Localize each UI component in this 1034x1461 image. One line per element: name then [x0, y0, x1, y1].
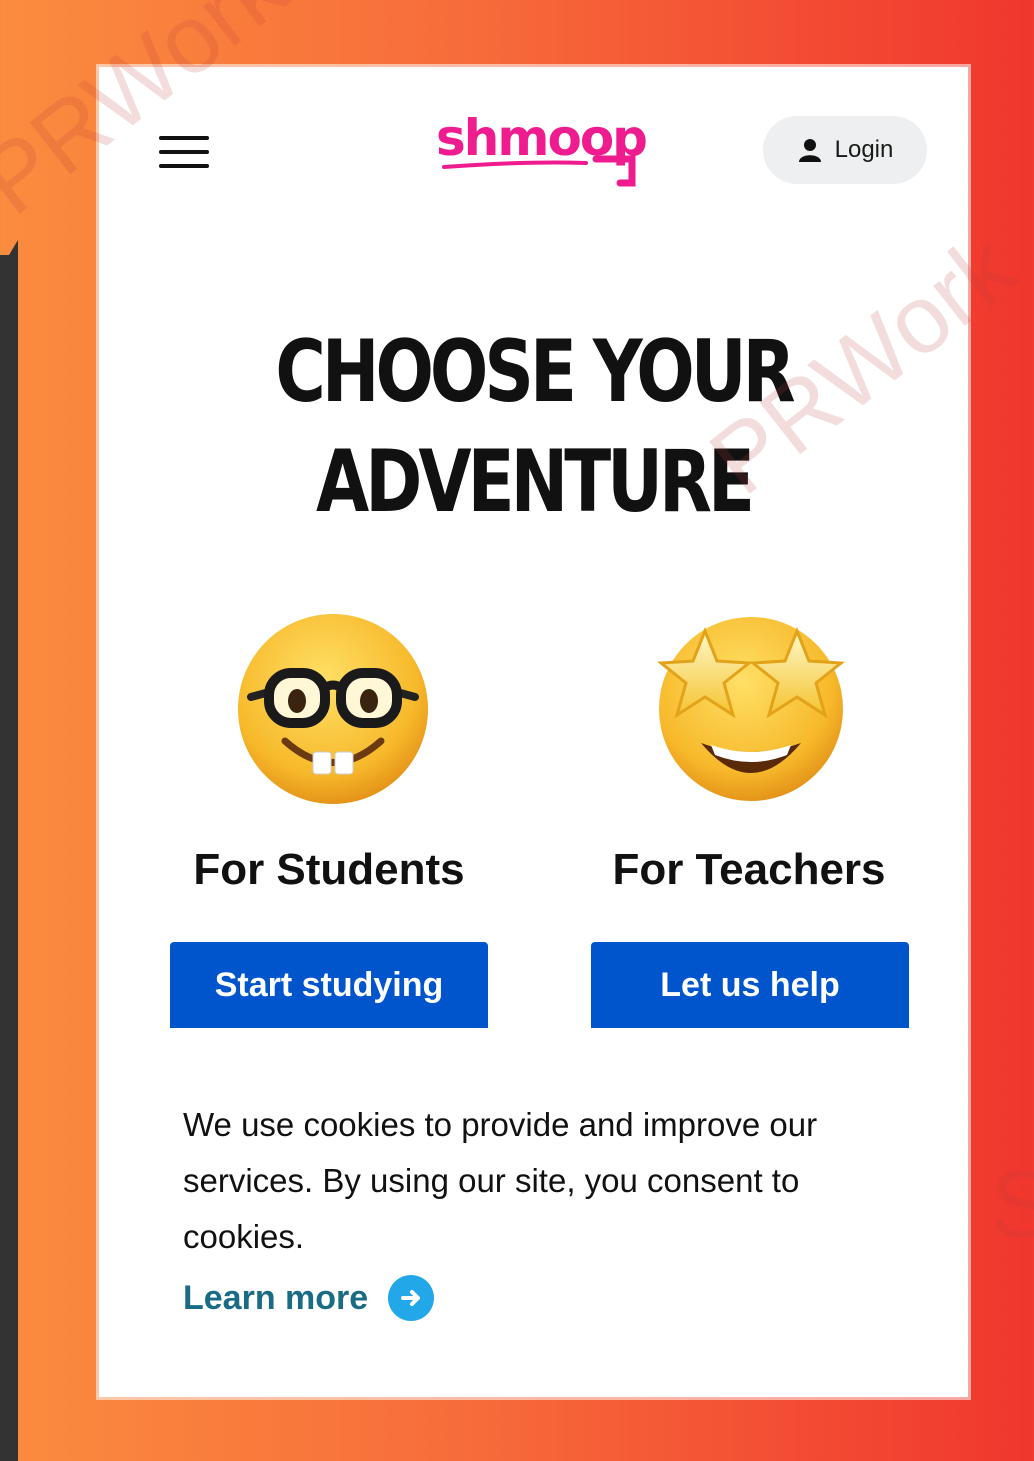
teachers-label: For Teachers	[612, 845, 886, 894]
start-studying-button[interactable]: Start studying	[170, 942, 488, 1028]
learn-more-label: Learn more	[183, 1278, 369, 1317]
watermark-text-3: S	[990, 1151, 1034, 1258]
mobile-screen: shmoop Login CHOOSE YOUR ADVENTURE For S…	[99, 67, 968, 1397]
hamburger-menu-icon[interactable]	[159, 136, 209, 168]
background-dark-slab	[0, 255, 18, 1461]
shmoop-logo[interactable]: shmoop	[436, 97, 646, 189]
star-struck-icon	[657, 617, 845, 801]
nerd-face-icon	[238, 614, 428, 804]
let-us-help-button[interactable]: Let us help	[591, 942, 909, 1028]
arrow-right-icon	[388, 1275, 435, 1321]
user-icon	[798, 139, 821, 162]
headline-line-2: ADVENTURE	[316, 432, 755, 532]
learn-more-link[interactable]: Learn more	[183, 1272, 435, 1324]
students-label: For Students	[193, 845, 465, 894]
login-button[interactable]: Login	[763, 116, 927, 184]
page-headline: CHOOSE YOUR ADVENTURE	[186, 317, 881, 537]
login-label: Login	[834, 136, 894, 163]
headline-line-1: CHOOSE YOUR	[275, 322, 795, 422]
cookie-notice-text: We use cookies to provide and improve ou…	[183, 1106, 818, 1255]
